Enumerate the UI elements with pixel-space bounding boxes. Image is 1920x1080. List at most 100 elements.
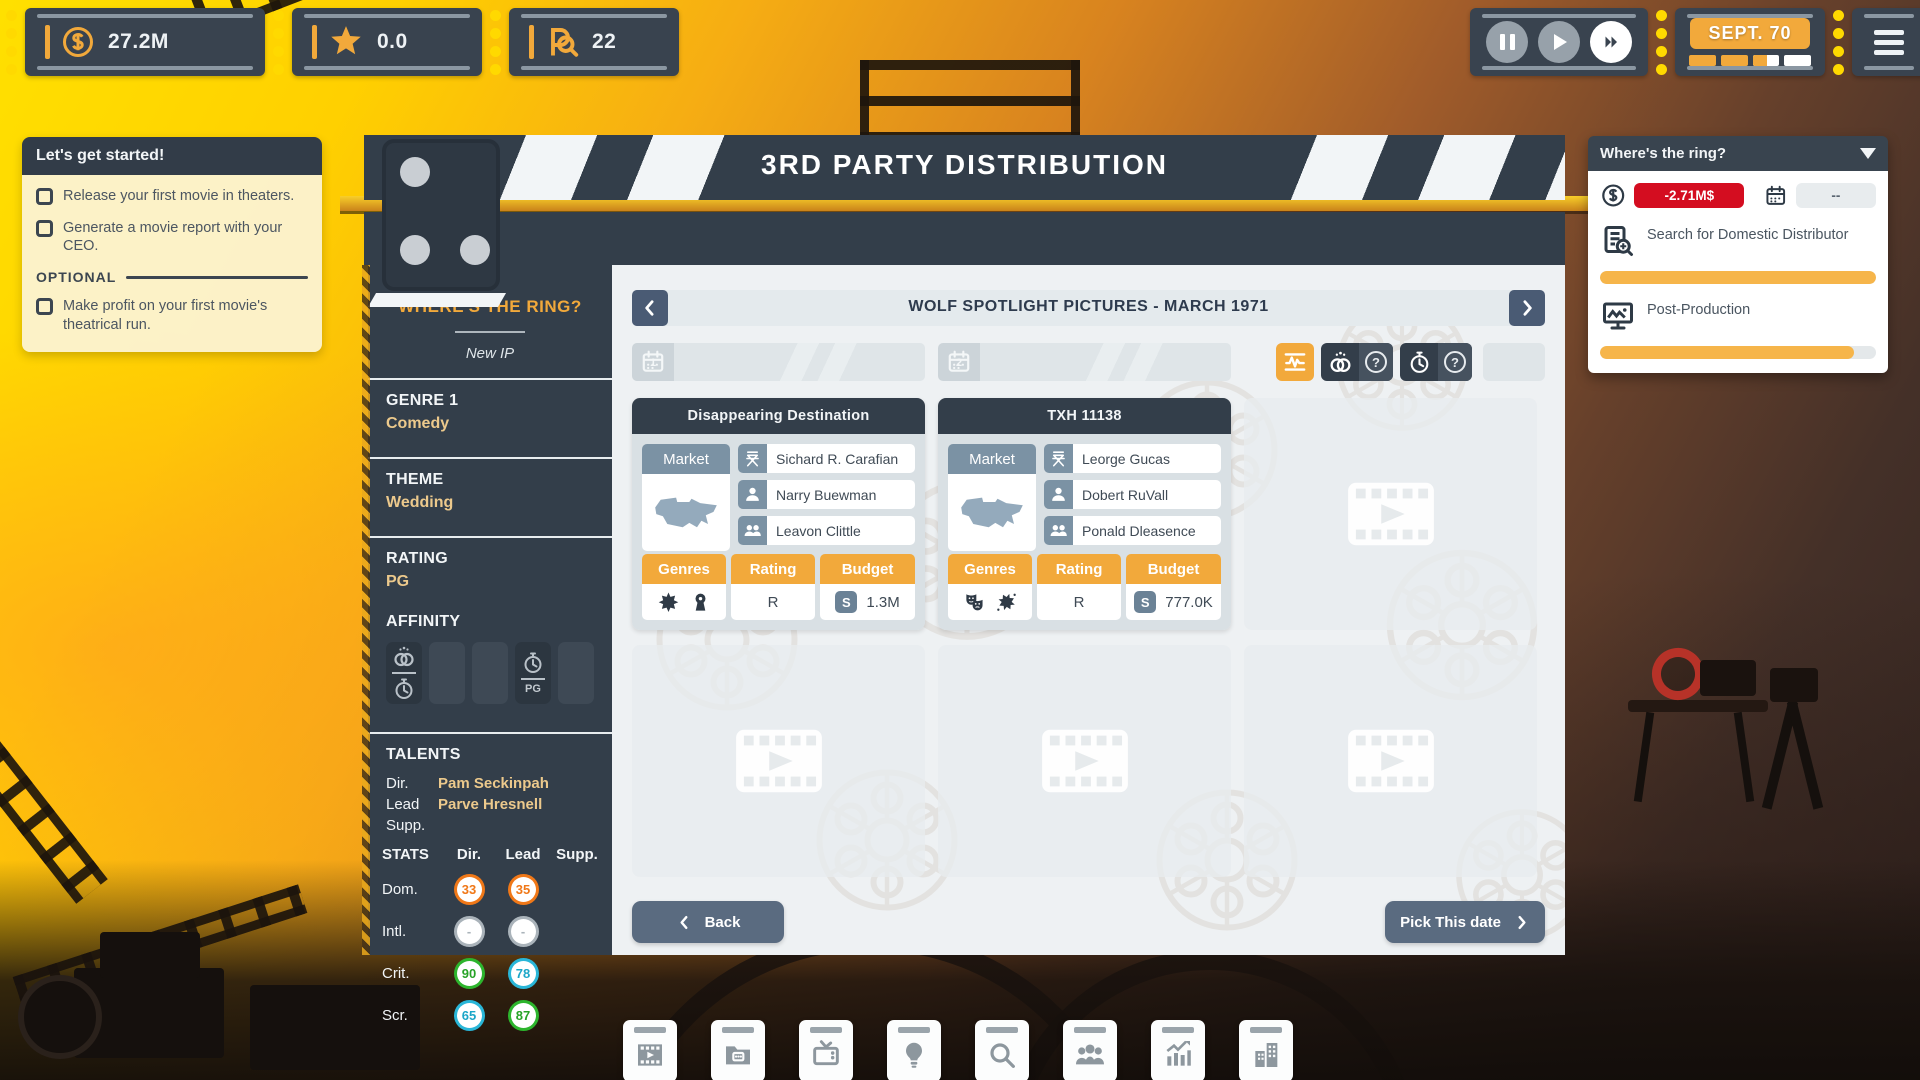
prop-table: [1628, 700, 1768, 712]
empty-offer-slot: [1244, 398, 1537, 630]
chevron-right-icon: [1517, 298, 1537, 318]
movies-button[interactable]: [623, 1020, 677, 1080]
theme-match-indicator[interactable]: ?: [1321, 343, 1393, 381]
money-chip[interactable]: 27.2M: [25, 8, 265, 76]
ticket-perforation: [1656, 10, 1667, 75]
ticket-perforation: [1833, 10, 1844, 75]
scout-chip[interactable]: 22: [509, 8, 679, 76]
offer-card[interactable]: TXH 11138 Market Leorge Gucas Dobert RuV…: [938, 398, 1231, 630]
people-icon: [1044, 516, 1073, 545]
back-label: Back: [705, 914, 741, 931]
quest-label: Generate a movie report with your CEO.: [63, 219, 308, 255]
fast-forward-button[interactable]: [1590, 21, 1632, 63]
help-icon: ?: [1444, 351, 1466, 373]
stopwatch-icon: [521, 651, 545, 675]
talent-name[interactable]: Parve Hresnell: [438, 796, 542, 813]
collapse-triangle-icon: [1860, 148, 1876, 159]
talent-row: Supp.: [368, 815, 612, 836]
stat-badge: 87: [508, 1000, 539, 1031]
currency-icon: S: [1134, 591, 1156, 613]
bar-chart-icon: [1162, 1039, 1194, 1071]
fame-star-icon: [327, 23, 365, 61]
talent-name[interactable]: Pam Seckinpah: [438, 775, 549, 792]
slot-bar: [980, 343, 1231, 381]
menu-chip[interactable]: [1852, 8, 1920, 76]
stat-badge: -: [508, 916, 539, 947]
clapperboard-top: 3RD PARTY DISTRIBUTION: [364, 135, 1565, 200]
stats-col: Dir.: [442, 846, 496, 863]
performance-filter-button[interactable]: [1276, 343, 1314, 381]
studio-button[interactable]: [1239, 1020, 1293, 1080]
distributor-search-icon: [1600, 223, 1636, 259]
market-label: Market: [948, 444, 1036, 474]
comedy-masks-genre-icon: [963, 591, 986, 614]
folder-icon: [722, 1039, 754, 1071]
director-row: Leorge Gucas: [1044, 444, 1221, 473]
quest-checkbox-3[interactable]: [36, 298, 53, 315]
optional-label: OPTIONAL: [36, 269, 116, 285]
rating-label: Rating: [1037, 554, 1121, 584]
projects-button[interactable]: [711, 1020, 765, 1080]
pulse-chart-icon: [1282, 349, 1308, 375]
play-button[interactable]: [1538, 21, 1580, 63]
quest-checkbox-1[interactable]: [36, 188, 53, 205]
tracker-header[interactable]: Where's the ring?: [1588, 136, 1888, 171]
rating-column: Rating R: [1037, 554, 1121, 620]
balance-badge: -2.71M$: [1634, 183, 1744, 208]
empty-offer-slot: [632, 645, 925, 877]
person-icon: [1044, 480, 1073, 509]
clock-icon: [392, 677, 416, 701]
film-placeholder-icon: [731, 722, 827, 800]
empty-filter-slot: [1483, 343, 1545, 381]
pick-this-date-button[interactable]: Pick This date: [1385, 901, 1545, 943]
empty-offer-slot: [1244, 645, 1537, 877]
tv-icon: [810, 1039, 842, 1071]
rating-label: Rating: [731, 554, 815, 584]
budget-column: Budget S 1.3M: [820, 554, 915, 620]
ideas-button[interactable]: [887, 1020, 941, 1080]
pause-button[interactable]: [1486, 21, 1528, 63]
release-slot-2[interactable]: 2: [938, 343, 1231, 381]
lead-name: Dobert RuVall: [1073, 480, 1221, 509]
stats-label: STATS: [382, 846, 442, 863]
stats-button[interactable]: [1151, 1020, 1205, 1080]
money-value: 27.2M: [108, 30, 169, 54]
fame-value: 0.0: [377, 30, 408, 54]
genres-column: Genres: [948, 554, 1032, 620]
stat-badge: -: [454, 916, 485, 947]
stats-col: Lead: [496, 846, 550, 863]
stat-row-label: Scr.: [382, 1007, 442, 1024]
quest-checkbox-2[interactable]: [36, 220, 53, 237]
task-label: Post-Production: [1647, 298, 1750, 318]
director-row: Sichard R. Carafian: [738, 444, 915, 473]
stat-badge: 78: [508, 958, 539, 989]
project-tracker-panel: Where's the ring? -2.71M$ -- Search for …: [1588, 136, 1888, 373]
slot-number: 1: [632, 357, 674, 369]
budget-column: Budget S 777.0K: [1126, 554, 1221, 620]
filter-row: 1 2 ? ?: [632, 343, 1545, 381]
film-strip-icon: [634, 1039, 666, 1071]
talent-role: Lead: [386, 796, 438, 813]
clapperboard-body: [364, 212, 1565, 265]
offer-card[interactable]: Disappearing Destination Market Sichard …: [632, 398, 925, 630]
release-date-value: --: [1796, 183, 1876, 208]
director-name: Sichard R. Carafian: [767, 444, 915, 473]
supporting-name: Leavon Clittle: [767, 516, 915, 545]
supporting-row: Ponald Dleasence: [1044, 516, 1221, 545]
scout-button[interactable]: [975, 1020, 1029, 1080]
director-chair-icon: [1044, 444, 1073, 473]
task-progress-bar: [1600, 271, 1876, 284]
supporting-row: Leavon Clittle: [738, 516, 915, 545]
timing-match-indicator[interactable]: ?: [1400, 343, 1472, 381]
affinity-rating-value: PG: [525, 683, 541, 695]
money-icon: [60, 24, 96, 60]
next-distributor-button[interactable]: [1509, 290, 1545, 326]
tv-button[interactable]: [799, 1020, 853, 1080]
calendar-icon: [1764, 184, 1788, 208]
crate-3: [100, 932, 200, 978]
fame-chip[interactable]: 0.0: [292, 8, 482, 76]
staff-button[interactable]: [1063, 1020, 1117, 1080]
release-slot-1[interactable]: 1: [632, 343, 925, 381]
project-subtitle: New IP: [368, 345, 612, 362]
back-button[interactable]: Back: [632, 901, 784, 943]
